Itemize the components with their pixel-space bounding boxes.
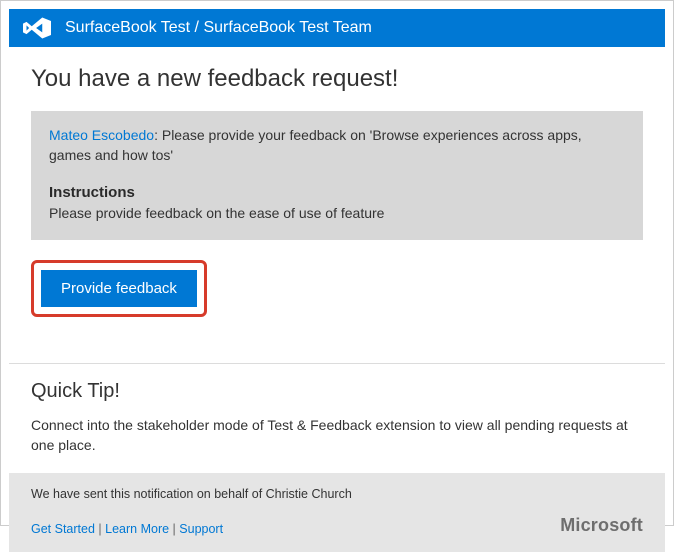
- vs-logo-icon: [23, 17, 51, 39]
- provide-feedback-button[interactable]: Provide feedback: [41, 270, 197, 307]
- quick-tip-title: Quick Tip!: [31, 380, 643, 403]
- support-link[interactable]: Support: [179, 522, 223, 536]
- footer-sent-prefix: We have sent this notification on behalf…: [31, 487, 266, 501]
- request-details-box: Mateo Escobedo: Please provide your feed…: [31, 111, 643, 240]
- footer-links: Get Started | Learn More | Support: [31, 522, 223, 536]
- instructions-heading: Instructions: [49, 182, 625, 204]
- cta-highlight: Provide feedback: [31, 260, 207, 317]
- main-content: You have a new feedback request! Mateo E…: [9, 47, 665, 337]
- header-bar: SurfaceBook Test / SurfaceBook Test Team: [9, 9, 665, 47]
- get-started-link[interactable]: Get Started: [31, 522, 95, 536]
- page-title: You have a new feedback request!: [31, 65, 643, 93]
- link-separator: |: [95, 522, 105, 536]
- quick-tip-section: Quick Tip! Connect into the stakeholder …: [9, 364, 665, 474]
- footer-sent-on-behalf: We have sent this notification on behalf…: [31, 487, 643, 501]
- instructions-text: Please provide feedback on the ease of u…: [49, 203, 625, 223]
- footer: We have sent this notification on behalf…: [9, 473, 665, 552]
- requester-link[interactable]: Mateo Escobedo: [49, 127, 154, 143]
- quick-tip-body: Connect into the stakeholder mode of Tes…: [31, 415, 643, 456]
- footer-sent-name: Christie Church: [266, 487, 352, 501]
- request-message: Mateo Escobedo: Please provide your feed…: [49, 125, 625, 166]
- header-title: SurfaceBook Test / SurfaceBook Test Team: [65, 19, 372, 37]
- learn-more-link[interactable]: Learn More: [105, 522, 169, 536]
- link-separator: |: [169, 522, 179, 536]
- notification-card: SurfaceBook Test / SurfaceBook Test Team…: [0, 0, 674, 526]
